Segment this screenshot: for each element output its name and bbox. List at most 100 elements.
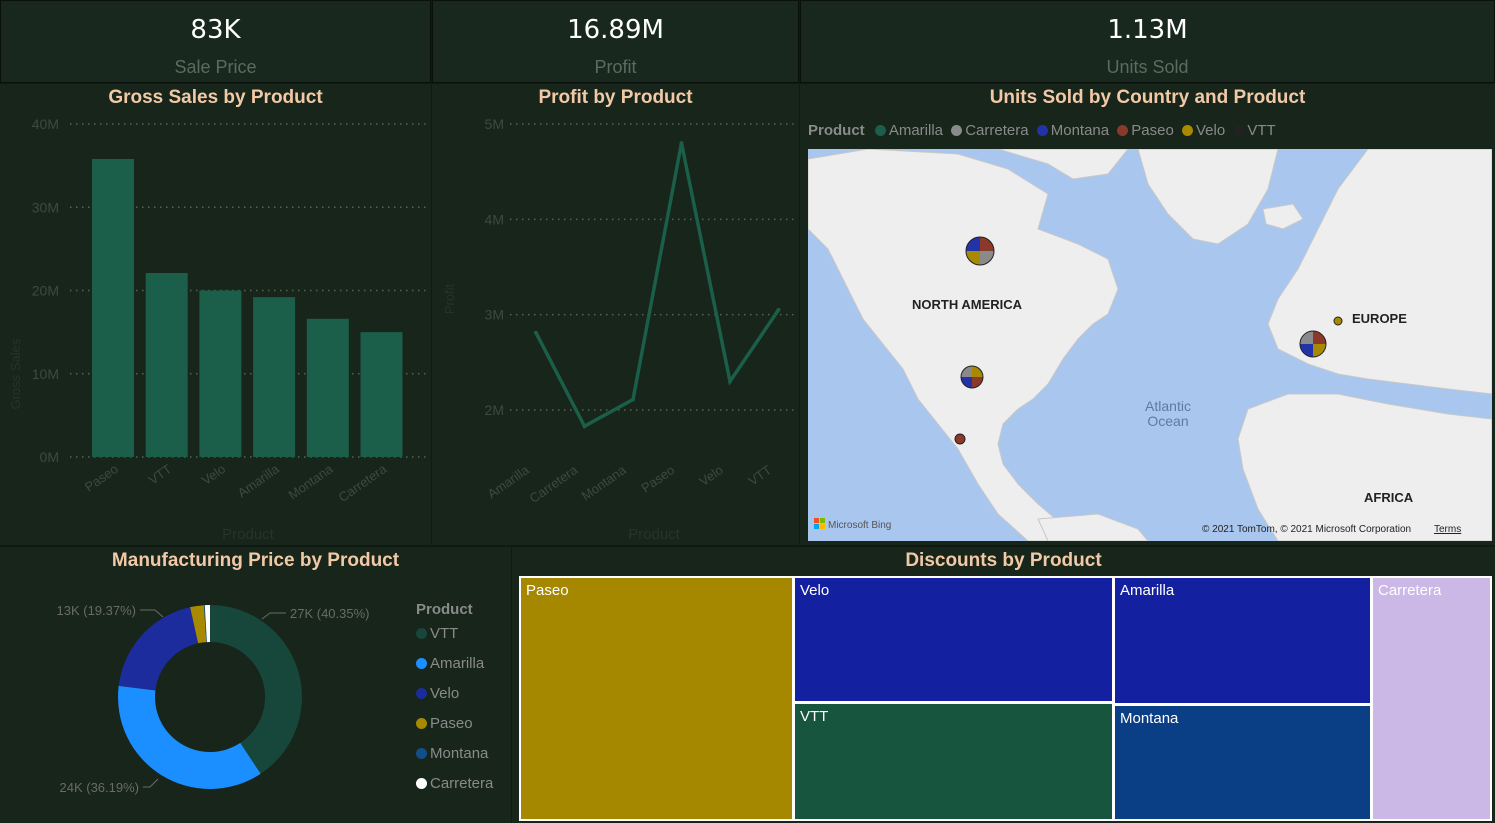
- legend-title: Product: [416, 601, 473, 618]
- map-pie-canada[interactable]: [965, 236, 995, 266]
- map-label-north-america: NORTH AMERICA: [912, 297, 1023, 312]
- point-paseo[interactable]: [679, 141, 684, 146]
- donut-slice-velo[interactable]: [118, 607, 199, 691]
- world-map[interactable]: NORTH AMERICA EUROPE Atlantic Ocean AFRI…: [808, 149, 1492, 541]
- y-tick-label: 5M: [485, 116, 504, 132]
- map-chart-panel[interactable]: Units Sold by Country and Product Produc…: [800, 84, 1495, 545]
- land-africa: [1237, 393, 1492, 541]
- y-tick-label: 30M: [32, 199, 59, 215]
- data-label-velo: 13K (19.37%): [57, 603, 137, 618]
- kpi-value: 16.89M: [567, 15, 664, 45]
- legend-label: Paseo: [1131, 122, 1174, 139]
- legend-item-carretera[interactable]: Carretera: [951, 122, 1029, 139]
- chart-title: Units Sold by Country and Product: [989, 87, 1306, 108]
- x-tick-label: Velo: [199, 461, 228, 488]
- point-velo[interactable]: [728, 379, 732, 384]
- x-tick-label: VTT: [745, 462, 774, 488]
- treemap-tile-amarilla[interactable]: Amarilla: [1113, 576, 1372, 705]
- legend-item-paseo[interactable]: Paseo: [1117, 122, 1174, 139]
- legend-dot: [416, 778, 427, 789]
- kpi-label: Sale Price: [174, 57, 257, 77]
- map-legend: Product Amarilla Carretera Montana Paseo…: [808, 122, 1280, 139]
- terms-link[interactable]: Terms: [1434, 524, 1461, 535]
- legend-dot: [416, 658, 427, 669]
- point-montana[interactable]: [631, 397, 635, 402]
- kpi-card-profit[interactable]: 16.89M Profit: [432, 0, 799, 83]
- manufacturing-chart-panel[interactable]: Manufacturing Price by Product 27K (40.3…: [0, 547, 511, 823]
- chart-title: Discounts by Product: [905, 550, 1102, 571]
- donut-legend: Product VTT Amarilla Velo Paseo Montana …: [416, 601, 493, 804]
- tile-label: Montana: [1120, 710, 1179, 727]
- x-axis-title: Product: [628, 526, 681, 543]
- y-tick-label: 40M: [32, 116, 59, 132]
- treemap-tile-paseo[interactable]: Paseo: [519, 576, 794, 821]
- bar-amarilla[interactable]: [253, 297, 296, 457]
- kpi-card-units-sold[interactable]: 1.13M Units Sold: [800, 0, 1495, 83]
- legend-label: Amarilla: [888, 122, 944, 139]
- gross-sales-bar-chart[interactable]: Gross Sales Product 0M 10M 20M 30M 40M Paseo V…: [0, 84, 431, 545]
- map-label-ocean: Ocean: [1147, 413, 1188, 429]
- treemap-tile-montana[interactable]: Montana: [1113, 704, 1372, 821]
- map-label-africa: AFRICA: [1364, 490, 1414, 505]
- legend-item-velo[interactable]: Velo: [416, 684, 493, 714]
- y-tick-label: 3M: [485, 307, 504, 323]
- profit-series-line[interactable]: [534, 142, 780, 429]
- point-amarilla[interactable]: [534, 330, 538, 335]
- legend-item-amarilla[interactable]: Amarilla: [416, 654, 493, 684]
- map-pie-mexico[interactable]: [954, 433, 966, 445]
- tile-label: VTT: [800, 708, 829, 725]
- legend-dot: [416, 718, 427, 729]
- map-pie-usa[interactable]: [960, 365, 984, 389]
- kpi-label: Profit: [594, 57, 637, 77]
- legend-label: Montana: [1050, 122, 1110, 139]
- gross-sales-chart-panel[interactable]: Gross Sales by Product Gross Sales Produ…: [0, 84, 431, 545]
- legend-item-montana[interactable]: Montana: [1036, 122, 1110, 139]
- legend-label: Velo: [1196, 122, 1226, 139]
- logo-square: [820, 518, 825, 523]
- legend-dot: [416, 748, 427, 759]
- tile-label: Carretera: [1378, 582, 1442, 599]
- manufacturing-donut-chart[interactable]: 27K (40.35%) 13K (19.37%) 24K (36.19%): [0, 547, 400, 823]
- donut-slice-amarilla[interactable]: [118, 685, 261, 789]
- legend-item-amarilla[interactable]: Amarilla: [874, 122, 944, 139]
- leader-line: [261, 612, 286, 620]
- legend-item-vtt[interactable]: VTT: [1233, 122, 1276, 139]
- map-pie-germany[interactable]: [1333, 316, 1343, 326]
- bar-vtt[interactable]: [145, 273, 188, 457]
- legend-label: Carretera: [430, 775, 494, 792]
- bar-carretera[interactable]: [360, 332, 403, 457]
- treemap-tile-velo[interactable]: Velo: [793, 576, 1114, 703]
- y-tick-label: 4M: [485, 211, 504, 227]
- x-tick-label: Amarilla: [485, 462, 533, 502]
- legend-label: Carretera: [965, 122, 1029, 139]
- profit-chart-panel[interactable]: Profit by Product Profit Product 2M 3M 4M 5…: [432, 84, 799, 545]
- bar-paseo[interactable]: [92, 158, 134, 457]
- legend-item-paseo[interactable]: Paseo: [416, 714, 493, 744]
- point-vtt[interactable]: [776, 307, 781, 312]
- x-tick-label: Amarilla: [235, 461, 283, 501]
- tile-label: Velo: [800, 582, 830, 599]
- profit-line-chart[interactable]: Profit Product 2M 3M 4M 5M AmarillaCarretera…: [432, 84, 799, 545]
- kpi-label: Units Sold: [1106, 57, 1189, 77]
- bar-velo[interactable]: [199, 290, 242, 458]
- point-carretera[interactable]: [582, 424, 587, 429]
- donut-slice-vtt[interactable]: [210, 605, 302, 774]
- bar-montana[interactable]: [306, 318, 349, 457]
- discounts-chart-panel[interactable]: Discounts by Product Paseo Velo Amarilla…: [512, 547, 1495, 823]
- x-axis-title: Product: [222, 526, 275, 543]
- x-tick-label: VTT: [146, 461, 175, 487]
- x-tick-label: Montana: [285, 461, 336, 503]
- legend-item-montana[interactable]: Montana: [416, 744, 493, 774]
- treemap-tile-vtt[interactable]: VTT: [793, 702, 1114, 821]
- map-pie-france[interactable]: [1299, 330, 1327, 358]
- legend-item-vtt[interactable]: VTT: [416, 624, 493, 654]
- kpi-card-sale-price[interactable]: 83K Sale Price: [0, 0, 431, 83]
- map-label-atlantic: Atlantic: [1145, 398, 1191, 414]
- legend-label: VTT: [1247, 122, 1276, 139]
- legend-dot: [1117, 125, 1129, 136]
- legend-item-velo[interactable]: Velo: [1182, 122, 1225, 139]
- legend-dot: [1233, 125, 1245, 136]
- treemap-tile-carretera[interactable]: Carretera: [1371, 576, 1492, 821]
- legend-item-carretera[interactable]: Carretera: [416, 774, 493, 804]
- x-tick-label: Carretera: [527, 462, 581, 506]
